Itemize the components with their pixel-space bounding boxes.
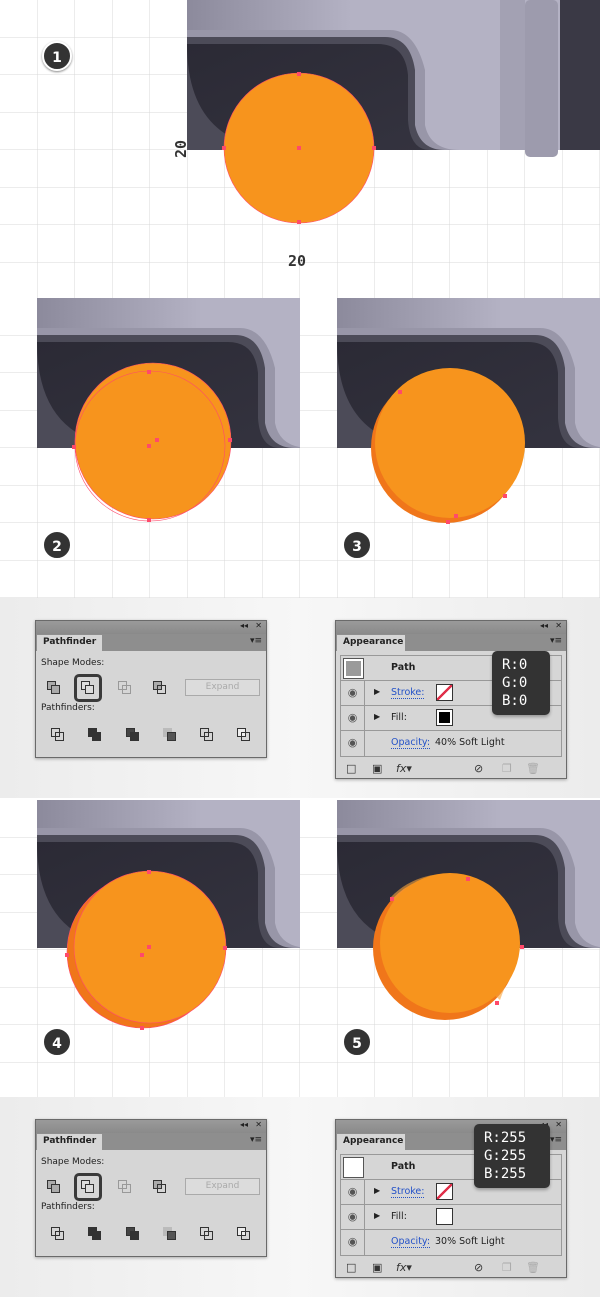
collapse-icon[interactable]: ◂◂ <box>240 1120 248 1129</box>
add-stroke-icon[interactable]: □ <box>346 1261 356 1274</box>
width-dimension-label: 20 <box>288 252 307 270</box>
trash-icon[interactable]: 🗑 <box>526 1261 540 1274</box>
panel-menu-icon[interactable]: ▾≡ <box>550 1135 562 1145</box>
step-badge-2: 2 <box>42 530 72 560</box>
tab-appearance[interactable]: Appearance <box>337 635 405 651</box>
opacity-link[interactable]: Opacity: <box>391 737 431 749</box>
stroke-swatch-none[interactable] <box>436 684 453 701</box>
color-tooltip: R:0 G:0 B:0 <box>492 651 550 715</box>
merge-button[interactable] <box>126 728 140 742</box>
eye-icon[interactable]: ◉ <box>341 1230 365 1255</box>
fill-label: Fill: <box>391 712 407 723</box>
expand-triangle-icon[interactable]: ▶ <box>374 1186 380 1195</box>
opacity-value: 40% Soft Light <box>435 737 505 748</box>
stroke-link[interactable]: Stroke: <box>391 1186 425 1198</box>
eye-icon[interactable]: ◉ <box>341 731 365 756</box>
clear-appearance-icon[interactable]: ⊘ <box>474 762 483 775</box>
opacity-row[interactable]: ◉ Opacity: 30% Soft Light <box>341 1230 561 1255</box>
color-tooltip: R:255 G:255 B:255 <box>474 1124 550 1188</box>
path-label: Path <box>391 1161 416 1172</box>
divide-button[interactable] <box>51 728 65 742</box>
shape-modes-label: Shape Modes: <box>41 1157 105 1167</box>
fill-swatch[interactable] <box>436 1208 453 1225</box>
step-badge-4: 4 <box>42 1027 72 1057</box>
pathfinders-label: Pathfinders: <box>41 1202 95 1212</box>
stroke-swatch-none[interactable] <box>436 1183 453 1200</box>
fill-swatch[interactable] <box>436 709 453 726</box>
step-badge-3: 3 <box>342 530 372 560</box>
tab-appearance[interactable]: Appearance <box>337 1134 405 1150</box>
trim-button[interactable] <box>88 1227 102 1241</box>
duplicate-icon[interactable]: ❐ <box>502 1261 512 1274</box>
fx-icon[interactable]: fx▾ <box>396 762 412 775</box>
divide-button[interactable] <box>51 1227 65 1241</box>
close-icon[interactable]: ✕ <box>555 1120 562 1129</box>
minus-front-button[interactable] <box>74 1173 102 1201</box>
panel-menu-icon[interactable]: ▾≡ <box>250 636 262 646</box>
fx-icon[interactable]: fx▾ <box>396 1261 412 1274</box>
expand-triangle-icon[interactable]: ▶ <box>374 712 380 721</box>
intersect-button[interactable] <box>118 681 132 695</box>
collapse-icon[interactable]: ◂◂ <box>540 621 548 630</box>
crop-button[interactable] <box>163 728 177 742</box>
outline-button[interactable] <box>200 1227 214 1241</box>
opacity-value: 30% Soft Light <box>435 1236 505 1247</box>
opacity-row[interactable]: ◉ Opacity: 40% Soft Light <box>341 731 561 756</box>
add-fill-icon[interactable]: ▣ <box>372 1261 382 1274</box>
pathfinders-label: Pathfinders: <box>41 703 95 713</box>
tab-pathfinder[interactable]: Pathfinder <box>37 1134 103 1150</box>
unite-button[interactable] <box>47 1180 61 1194</box>
step-badge-1: 1 <box>42 41 72 71</box>
outline-button[interactable] <box>200 728 214 742</box>
minus-back-button[interactable] <box>237 1227 251 1241</box>
exclude-button[interactable] <box>153 681 167 695</box>
fill-label: Fill: <box>391 1211 407 1222</box>
panel-menu-icon[interactable]: ▾≡ <box>250 1135 262 1145</box>
path-swatch <box>343 1157 364 1178</box>
exclude-button[interactable] <box>153 1180 167 1194</box>
expand-button[interactable]: Expand <box>185 679 260 696</box>
step-4-canvas <box>0 800 600 1097</box>
expand-triangle-icon[interactable]: ▶ <box>374 687 380 696</box>
appearance-panel: ◂◂ ✕ Appearance ▾≡ Path ◉ ▶ Stroke: ◉ ▶ Fill: … <box>335 620 567 779</box>
opacity-link[interactable]: Opacity: <box>391 1236 431 1248</box>
pathfinder-panel-2: ◂◂ ✕ Pathfinder ▾≡ Shape Modes: Expand Pat… <box>35 1119 267 1257</box>
shape-modes-label: Shape Modes: <box>41 658 105 668</box>
eye-icon[interactable]: ◉ <box>341 706 365 730</box>
minus-front-button[interactable] <box>74 674 102 702</box>
close-icon[interactable]: ✕ <box>255 621 262 630</box>
merge-button[interactable] <box>126 1227 140 1241</box>
fill-row[interactable]: ◉ ▶ Fill: <box>341 1205 561 1230</box>
trash-icon[interactable]: 🗑 <box>526 762 540 775</box>
trim-button[interactable] <box>88 728 102 742</box>
collapse-icon[interactable]: ◂◂ <box>240 621 248 630</box>
add-stroke-icon[interactable]: □ <box>346 762 356 775</box>
expand-button[interactable]: Expand <box>185 1178 260 1195</box>
close-icon[interactable]: ✕ <box>255 1120 262 1129</box>
eye-icon[interactable]: ◉ <box>341 1205 365 1229</box>
eye-icon[interactable]: ◉ <box>341 1180 365 1204</box>
duplicate-icon[interactable]: ❐ <box>502 762 512 775</box>
minus-back-button[interactable] <box>237 728 251 742</box>
appearance-panel-2: ◂◂✕ Appearance▾≡ Path ◉▶Stroke: ◉▶Fill: … <box>335 1119 567 1278</box>
path-swatch <box>343 658 364 679</box>
tab-pathfinder[interactable]: Pathfinder <box>37 635 103 651</box>
crop-button[interactable] <box>163 1227 177 1241</box>
add-fill-icon[interactable]: ▣ <box>372 762 382 775</box>
height-dimension-label: 20 <box>172 139 191 159</box>
stroke-link[interactable]: Stroke: <box>391 687 425 699</box>
step-badge-5: 5 <box>342 1027 372 1057</box>
eye-icon[interactable]: ◉ <box>341 681 365 705</box>
panel-menu-icon[interactable]: ▾≡ <box>550 636 562 646</box>
intersect-button[interactable] <box>118 1180 132 1194</box>
pathfinder-panel: ◂◂ ✕ Pathfinder ▾≡ Shape Modes: Expand Pat… <box>35 620 267 758</box>
unite-button[interactable] <box>47 681 61 695</box>
path-label: Path <box>391 662 416 673</box>
clear-appearance-icon[interactable]: ⊘ <box>474 1261 483 1274</box>
close-icon[interactable]: ✕ <box>555 621 562 630</box>
expand-triangle-icon[interactable]: ▶ <box>374 1211 380 1220</box>
